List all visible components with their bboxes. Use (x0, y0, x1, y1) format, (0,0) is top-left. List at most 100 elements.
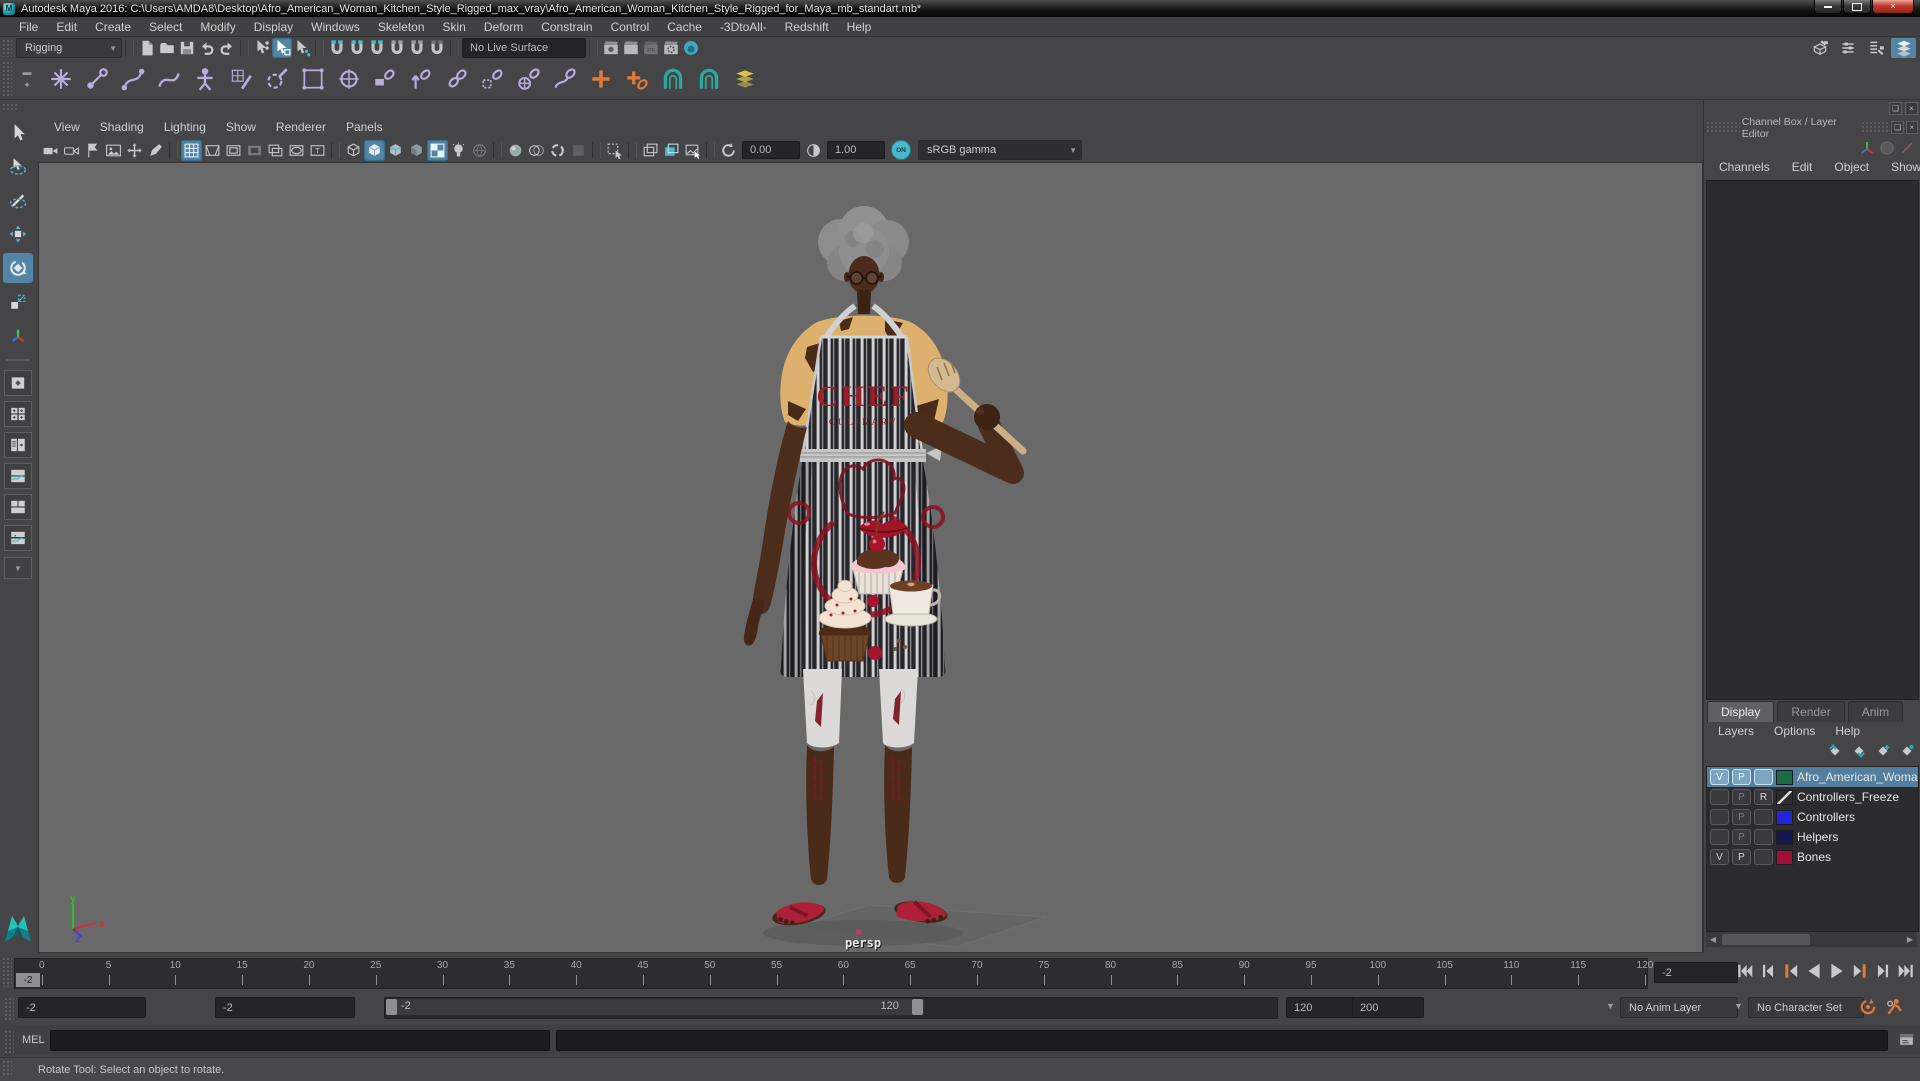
menu-skeleton[interactable]: Skeleton (369, 20, 434, 34)
rangeslider-grip[interactable] (4, 997, 14, 1021)
image-plane-icon[interactable] (103, 140, 124, 161)
render-view-icon[interactable] (681, 38, 701, 58)
playback-end-field[interactable]: 120 (1286, 997, 1358, 1018)
save-scene-icon[interactable] (177, 38, 197, 58)
render-frame-icon[interactable] (601, 38, 621, 58)
menu-constrain[interactable]: Constrain (532, 20, 601, 34)
manipulator-line-icon[interactable] (1899, 140, 1915, 156)
add-control-icon[interactable] (586, 64, 616, 94)
bookmark-icon[interactable] (82, 140, 103, 161)
channel-menu-object[interactable]: Object (1823, 160, 1880, 178)
create-empty-layer-icon[interactable] (1875, 743, 1891, 764)
camera-icon[interactable] (40, 140, 61, 161)
anim-end-field[interactable]: 200 (1352, 997, 1424, 1018)
animation-preferences-button[interactable] (1884, 997, 1904, 1017)
layer-playback-toggle[interactable]: P (1732, 829, 1751, 845)
undo-icon[interactable] (197, 38, 217, 58)
create-layer-from-selected-icon[interactable] (1899, 743, 1915, 764)
layer-visible-toggle[interactable]: V (1710, 769, 1729, 785)
layer-display-type-toggle[interactable] (1754, 829, 1773, 845)
viewport-menu-show[interactable]: Show (216, 120, 266, 138)
humanik-character-icon[interactable] (190, 64, 220, 94)
joint-tool-icon[interactable] (46, 64, 76, 94)
isolate-select-icon[interactable] (604, 140, 625, 161)
render-settings-icon[interactable] (661, 38, 681, 58)
layer-playback-toggle[interactable]: P (1732, 849, 1751, 865)
separator[interactable] (125, 40, 134, 56)
safe-title-icon[interactable]: T (307, 140, 328, 161)
viewport-menu-lighting[interactable]: Lighting (154, 120, 216, 138)
go-to-end-button[interactable] (1895, 960, 1917, 982)
tab-render[interactable]: Render (1777, 701, 1845, 722)
gate-mask-icon[interactable] (244, 140, 265, 161)
layer-row-afro-american-woman[interactable]: V P Afro_American_Woman (1707, 767, 1918, 787)
redo-icon[interactable] (217, 38, 237, 58)
character-set-dropdown[interactable]: No Character Set (1748, 997, 1864, 1018)
scroll-right-icon[interactable]: ▶ (1903, 935, 1917, 944)
anim-layer-chevron-icon[interactable]: ▼ (1606, 1001, 1615, 1011)
layer-display-type-toggle[interactable] (1754, 849, 1773, 865)
menu-help[interactable]: Help (838, 20, 881, 34)
gamma-field[interactable]: 1.00 (827, 141, 885, 159)
layer-visible-toggle[interactable] (1710, 829, 1729, 845)
time-ruler[interactable]: -2 0 5 10 15 20 25 30 35 40 45 50 55 60 65 70 75 80 85 90 9… (14, 958, 1653, 989)
viewport-menu-view[interactable]: View (44, 120, 90, 138)
attribute-editor-icon[interactable] (1835, 38, 1860, 58)
scale-constraint-icon[interactable] (478, 64, 508, 94)
shadows-icon[interactable] (469, 140, 490, 161)
pole-vector-constraint-icon[interactable] (550, 64, 580, 94)
parent-constraint-icon[interactable] (370, 64, 400, 94)
textured-icon[interactable] (427, 139, 448, 161)
menu-file[interactable]: File (10, 20, 47, 34)
script-editor-button[interactable] (1896, 1029, 1916, 1049)
move-layer-up-icon[interactable] (1827, 743, 1843, 764)
anim-start-field[interactable]: -2 (18, 997, 146, 1018)
channel-menu-channels[interactable]: Channels (1708, 160, 1781, 178)
tab-anim[interactable]: Anim (1847, 701, 1904, 722)
layout-single-pane[interactable] (4, 370, 32, 396)
menu-windows[interactable]: Windows (302, 20, 369, 34)
step-back-frame-button[interactable] (1757, 960, 1779, 982)
close-button[interactable]: × (1872, 0, 1914, 14)
layer-color-swatch[interactable] (1776, 849, 1793, 865)
anim-layer-dropdown[interactable]: No Anim Layer (1620, 997, 1738, 1018)
menu-control[interactable]: Control (602, 20, 659, 34)
color-management-toggle[interactable]: ON (891, 140, 911, 160)
open-scene-icon[interactable] (157, 38, 177, 58)
snap-to-view-plane-icon[interactable] (407, 38, 427, 58)
shelf-grip[interactable] (2, 61, 12, 97)
layer-display-type-toggle[interactable] (1754, 809, 1773, 825)
layer-menu-options[interactable]: Options (1764, 724, 1825, 741)
ik-spline-tool-icon[interactable] (118, 64, 148, 94)
last-tool-used[interactable] (3, 321, 33, 351)
step-forward-key-button[interactable] (1849, 960, 1871, 982)
play-backwards-button[interactable] (1803, 960, 1825, 982)
bind-skin-icon[interactable] (226, 64, 256, 94)
channel-menu-edit[interactable]: Edit (1781, 160, 1824, 178)
manipulator-axis-icon[interactable] (1859, 140, 1875, 156)
helpline-grip[interactable] (2, 1060, 12, 1076)
select-component-icon[interactable] (292, 38, 312, 58)
new-scene-icon[interactable] (137, 38, 157, 58)
snap-to-grid-icon[interactable] (327, 38, 347, 58)
maximize-button[interactable] (1843, 0, 1871, 14)
auto-keyframe-button[interactable] (1858, 997, 1878, 1017)
statusline-grip[interactable] (2, 39, 12, 57)
layer-color-swatch[interactable] (1776, 829, 1793, 845)
layout-four-pane[interactable] (4, 401, 32, 427)
ipr-render-icon[interactable] (621, 38, 641, 58)
select-hierarchy-icon[interactable] (252, 38, 272, 58)
layout-pane-graph[interactable] (4, 463, 32, 489)
command-input[interactable] (50, 1030, 550, 1051)
tab-display[interactable]: Display (1707, 701, 1775, 722)
panel-grip[interactable] (1861, 121, 1890, 134)
point-constraint-icon[interactable] (406, 64, 436, 94)
step-back-key-button[interactable] (1780, 960, 1802, 982)
step-forward-frame-button[interactable] (1872, 960, 1894, 982)
panel-close-icon[interactable]: × (1905, 102, 1918, 115)
snapshot-icon[interactable] (682, 140, 703, 161)
snap-to-projected-center-icon[interactable] (387, 38, 407, 58)
commandline-grip[interactable] (4, 1030, 14, 1054)
wireframe-icon[interactable] (343, 140, 364, 161)
current-frame-field[interactable]: -2 (1654, 962, 1738, 983)
